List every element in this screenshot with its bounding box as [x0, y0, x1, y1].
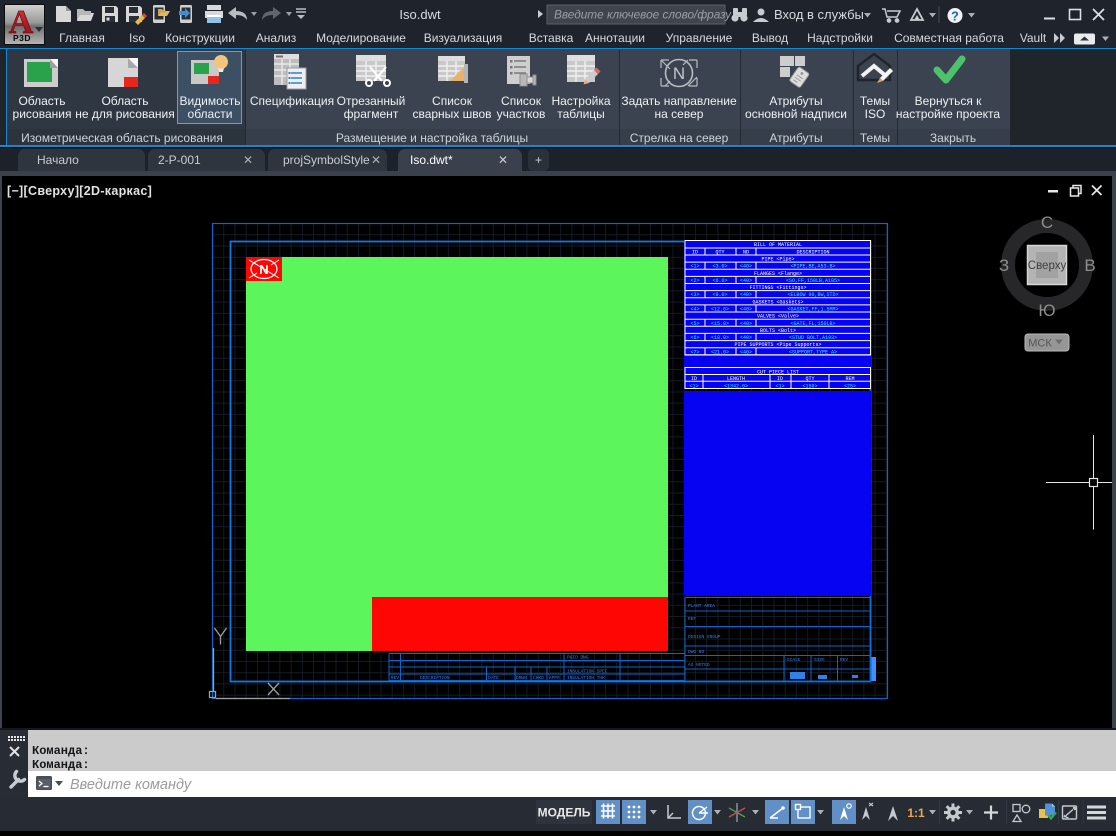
- svg-text:DESCRIPTION: DESCRIPTION: [796, 250, 829, 256]
- svg-text:DWG NO: DWG NO: [688, 649, 705, 655]
- svg-text:AS NOTED: AS NOTED: [688, 662, 710, 668]
- svg-text:SCALE: SCALE: [787, 657, 801, 663]
- svg-text:<3>: <3>: [690, 292, 699, 298]
- svg-text:Введите ключевое слово/фразу: Введите ключевое слово/фразу: [554, 8, 732, 22]
- svg-text:N: N: [673, 64, 685, 83]
- svg-text:МОДЕЛЬ: МОДЕЛЬ: [538, 806, 591, 820]
- svg-text:APPR: APPR: [549, 675, 560, 681]
- svg-text:<2>: <2>: [690, 278, 699, 284]
- svg-text:DRWN: DRWN: [516, 675, 527, 681]
- svg-text:P3D: P3D: [13, 33, 31, 43]
- svg-text:PIPE <Pipe>: PIPE <Pipe>: [761, 257, 794, 263]
- svg-text:Введите команду: Введите команду: [70, 777, 192, 793]
- svg-text:PIPE SUPPORTS <Pipe Supports>: PIPE SUPPORTS <Pipe Supports>: [734, 342, 821, 348]
- svg-text:BILL OF MATERIAL: BILL OF MATERIAL: [754, 242, 802, 248]
- svg-text:<STUD BOLT,A193>: <STUD BOLT,A193>: [789, 335, 837, 341]
- svg-text:VALVES <Valve>: VALVES <Valve>: [757, 314, 799, 320]
- svg-text:<4>: <4>: [690, 307, 699, 313]
- svg-text:<1>: <1>: [775, 383, 784, 389]
- svg-text:<150>: <150>: [802, 383, 817, 389]
- svg-text:<1>: <1>: [690, 264, 699, 270]
- svg-text:В: В: [1084, 256, 1095, 275]
- svg-text:PLANT AREA: PLANT AREA: [688, 603, 715, 609]
- svg-text:DATE: DATE: [488, 675, 499, 681]
- svg-text:BOLTS <Bolt>: BOLTS <Bolt>: [760, 328, 796, 334]
- svg-text:<40>: <40>: [740, 321, 752, 327]
- svg-text:SIZE: SIZE: [814, 657, 825, 663]
- svg-text:ND: ND: [743, 250, 749, 256]
- svg-text:<ELBOW 90,BW,STD>: <ELBOW 90,BW,STD>: [787, 292, 838, 298]
- svg-text:<GASKET,FF,1.5MM>: <GASKET,FF,1.5MM>: [787, 307, 838, 313]
- svg-text:<6.0>: <6.0>: [712, 278, 727, 284]
- svg-text:<7>: <7>: [690, 349, 699, 355]
- svg-text:1:1: 1:1: [907, 806, 925, 820]
- svg-text:REV: REV: [840, 657, 848, 663]
- svg-text:DESIGN GROUP: DESIGN GROUP: [688, 634, 721, 640]
- svg-text:<40>: <40>: [740, 335, 752, 341]
- svg-text:<3.0>: <3.0>: [712, 264, 727, 270]
- svg-text:<21.0>: <21.0>: [711, 349, 729, 355]
- svg-text:CHKD: CHKD: [533, 675, 544, 681]
- svg-text:?: ?: [951, 10, 959, 24]
- svg-text:<1342.0>: <1342.0>: [724, 383, 748, 389]
- svg-text:С: С: [1041, 213, 1053, 232]
- svg-text:<40>: <40>: [740, 278, 752, 284]
- svg-text:Сверху: Сверху: [1028, 260, 1067, 272]
- svg-text:INSULATION SPEC: INSULATION SPEC: [567, 669, 608, 675]
- svg-text:МСК: МСК: [1028, 338, 1052, 350]
- svg-text:<PIPE,BE,A53-B>: <PIPE,BE,A53-B>: [790, 264, 835, 270]
- svg-text:FITTINGS <Fittings>: FITTINGS <Fittings>: [749, 285, 806, 291]
- svg-text:QTY: QTY: [805, 376, 814, 382]
- svg-text:CUT PIECE LIST: CUT PIECE LIST: [757, 369, 799, 375]
- svg-text:<GATE,FL,150LB>: <GATE,FL,150LB>: [790, 321, 835, 327]
- svg-text:REM: REM: [845, 376, 854, 382]
- svg-text:[−][Сверху][2D-каркас]: [−][Сверху][2D-каркас]: [7, 184, 152, 198]
- svg-text:<1>: <1>: [689, 383, 698, 389]
- svg-text:GASKETS <Gaskets>: GASKETS <Gaskets>: [752, 299, 803, 305]
- svg-text:N: N: [259, 262, 268, 277]
- svg-text:<15.0>: <15.0>: [711, 321, 729, 327]
- svg-text:<SO,FF,150LB,A105>: <SO,FF,150LB,A105>: [786, 278, 840, 284]
- svg-text:З: З: [999, 256, 1009, 275]
- svg-text:Вход в службы: Вход в службы: [774, 7, 864, 22]
- svg-text:DESCRIPTION: DESCRIPTION: [420, 675, 450, 681]
- svg-text:LENGTH: LENGTH: [727, 376, 745, 382]
- svg-text:P&ID DWG: P&ID DWG: [567, 655, 589, 661]
- svg-text:<40>: <40>: [740, 264, 752, 270]
- svg-text:ID: ID: [691, 376, 697, 382]
- svg-text:<40>: <40>: [740, 349, 752, 355]
- svg-text:<40>: <40>: [740, 292, 752, 298]
- svg-text:<12.0>: <12.0>: [711, 307, 729, 313]
- svg-text:Ю: Ю: [1038, 301, 1055, 320]
- svg-text:INSULATION THK: INSULATION THK: [567, 675, 605, 681]
- svg-text:<40>: <40>: [740, 307, 752, 313]
- svg-text:<18.0>: <18.0>: [711, 335, 729, 341]
- svg-text:<25>: <25>: [844, 383, 856, 389]
- svg-text:<9.0>: <9.0>: [712, 292, 727, 298]
- svg-text:<5>: <5>: [690, 321, 699, 327]
- svg-text:<SUPPORT,TYPE A>: <SUPPORT,TYPE A>: [789, 349, 837, 355]
- svg-text:<6>: <6>: [690, 335, 699, 341]
- svg-text:REV: REV: [391, 675, 399, 681]
- svg-text:ID: ID: [692, 250, 698, 256]
- svg-text:ID: ID: [777, 376, 783, 382]
- svg-text:REF: REF: [688, 616, 696, 622]
- svg-text:QTY: QTY: [715, 250, 724, 256]
- svg-text:FLANGES <Flange>: FLANGES <Flange>: [754, 271, 802, 277]
